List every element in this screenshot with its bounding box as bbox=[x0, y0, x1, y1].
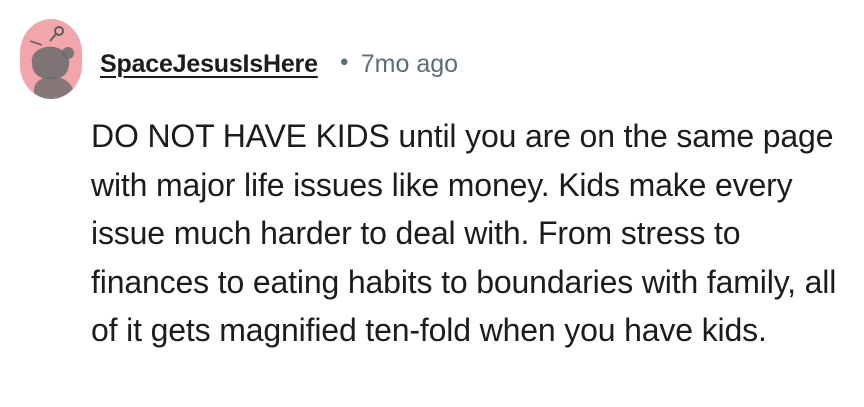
snoo-avatar-icon bbox=[20, 19, 82, 99]
avatar[interactable] bbox=[20, 19, 82, 99]
comment-meta: SpaceJesusIsHere • 7mo ago bbox=[100, 44, 458, 84]
author-username-link[interactable]: SpaceJesusIsHere bbox=[100, 50, 318, 79]
meta-separator: • bbox=[337, 50, 351, 76]
comment-body: DO NOT HAVE KIDS until you are on the sa… bbox=[91, 118, 837, 348]
comment: SpaceJesusIsHere • 7mo ago DO NOT HAVE K… bbox=[0, 0, 864, 407]
comment-timestamp[interactable]: 7mo ago bbox=[361, 50, 458, 79]
